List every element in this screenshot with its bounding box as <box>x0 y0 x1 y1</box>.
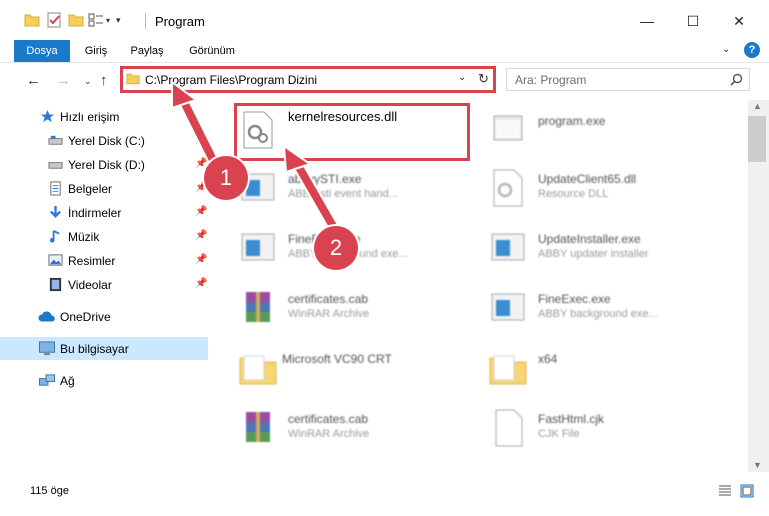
step-marker-1: 1 <box>204 156 248 200</box>
arrow-1 <box>171 80 224 176</box>
step-marker-2: 2 <box>314 226 358 270</box>
arrow-2 <box>282 143 340 234</box>
annotation-arrows <box>171 80 340 234</box>
